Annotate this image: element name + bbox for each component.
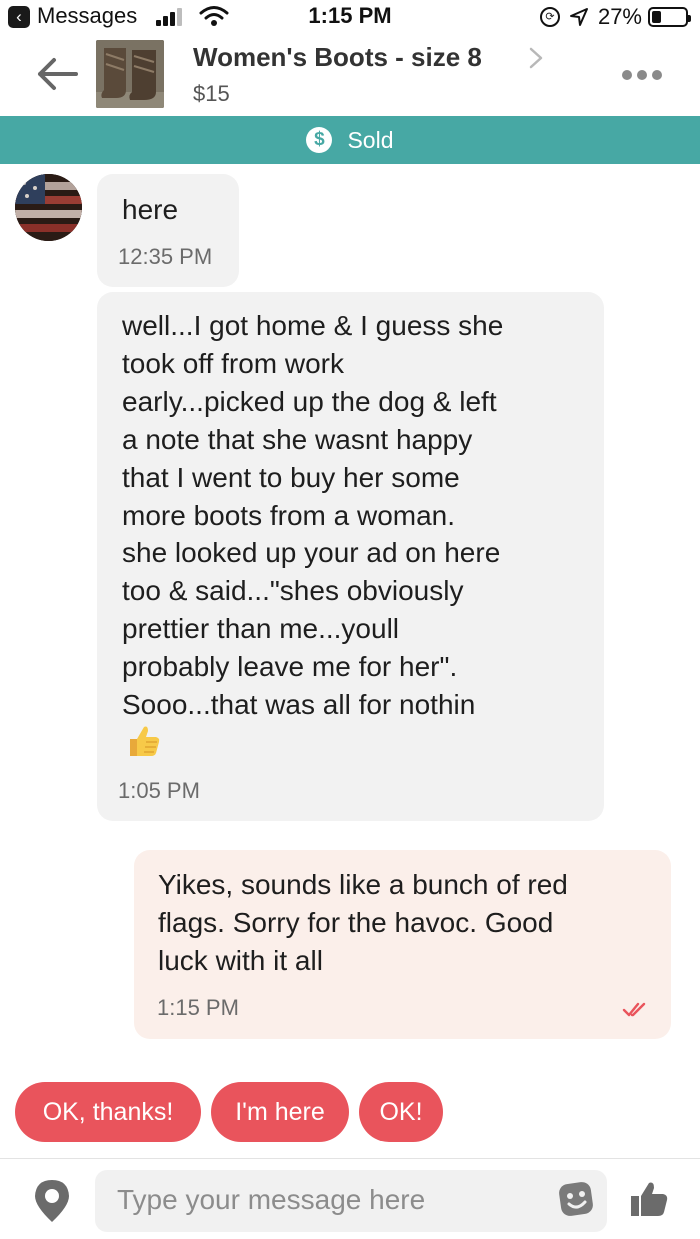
message-text: here <box>122 194 179 225</box>
sender-avatar[interactable] <box>15 174 82 241</box>
message-text: well...I got home & I guess she took off… <box>122 310 504 721</box>
sticker-icon[interactable] <box>557 1180 595 1218</box>
back-arrow-icon[interactable] <box>36 56 80 92</box>
composer-divider <box>0 1158 700 1159</box>
thumbs-up-icon[interactable] <box>629 1180 669 1218</box>
read-receipt-icon <box>622 1002 646 1017</box>
listing-title[interactable]: Women's Boots - size 8 <box>193 42 482 73</box>
battery-icon <box>648 7 691 27</box>
status-indicators: ⟳ 27% <box>539 4 691 30</box>
message-time: 1:05 PM <box>118 778 200 803</box>
quick-reply-ok-thanks[interactable]: OK, thanks! <box>15 1082 201 1142</box>
listing-header: Women's Boots - size 8 $15 <box>0 34 700 116</box>
sold-status-bar: $ Sold <box>0 116 700 164</box>
dollar-icon: $ <box>306 127 333 153</box>
message-input-placeholder: Type your message here <box>117 1184 426 1215</box>
quick-replies: OK, thanks! I'm here OK! <box>15 1082 443 1142</box>
incoming-message[interactable]: here <box>97 174 239 287</box>
listing-thumbnail[interactable] <box>96 40 164 108</box>
listing-price: $15 <box>193 81 230 106</box>
incoming-message[interactable]: well...I got home & I guess she took off… <box>97 292 604 821</box>
chevron-right-icon[interactable] <box>528 46 544 70</box>
outgoing-message[interactable]: Yikes, sounds like a bunch of red flags.… <box>134 850 671 1039</box>
rotation-lock-icon: ⟳ <box>539 7 560 27</box>
message-time: 12:35 PM <box>118 244 213 269</box>
location-services-icon <box>569 8 588 26</box>
quick-reply-ok[interactable]: OK! <box>359 1082 443 1142</box>
message-input[interactable]: Type your message here <box>95 1170 607 1232</box>
message-text: Yikes, sounds like a bunch of red flags.… <box>158 869 568 976</box>
thumbs-up-emoji-icon <box>130 726 160 756</box>
message-time: 1:15 PM <box>157 995 239 1020</box>
battery-percent: 27% <box>597 4 642 29</box>
more-dots-icon[interactable] <box>622 70 662 82</box>
location-pin-icon[interactable] <box>32 1178 72 1224</box>
status-bar: ‹ Messages 1:15 PM ⟳ 27% <box>0 0 700 34</box>
sold-label: Sold <box>347 126 394 153</box>
quick-reply-im-here[interactable]: I'm here <box>211 1082 349 1142</box>
